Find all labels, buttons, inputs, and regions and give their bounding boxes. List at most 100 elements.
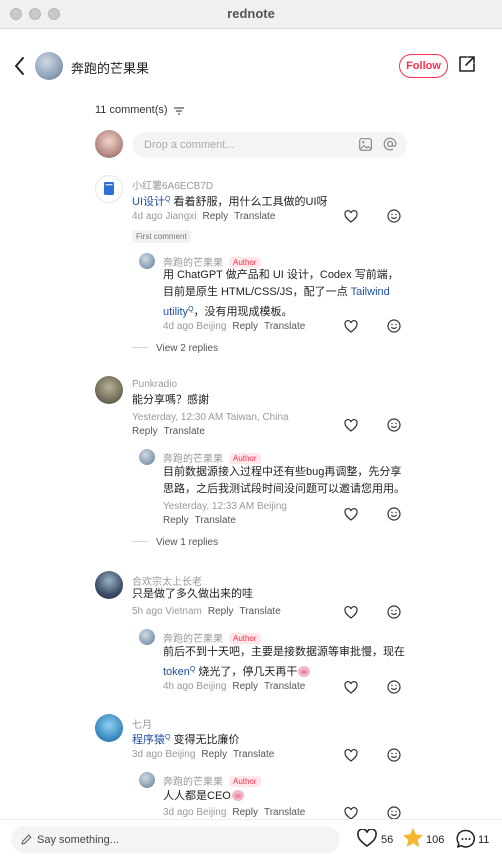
reply-text-line: 人人都是CEO	[163, 788, 244, 805]
keyword-link[interactable]: token	[163, 666, 190, 678]
say-something-input[interactable]: Say something...	[11, 826, 340, 853]
like-heart-icon[interactable]	[344, 419, 358, 432]
translate-button[interactable]: Translate	[164, 426, 205, 437]
emoji-reaction-icon[interactable]	[387, 748, 401, 762]
commenter-avatar[interactable]	[95, 376, 123, 404]
like-heart-icon[interactable]	[344, 508, 358, 521]
author-badge: Author	[229, 633, 261, 644]
emoji-reaction-icon[interactable]	[387, 680, 401, 694]
comment-time-location: Yesterday, 12:30 AM Taiwan, China	[132, 412, 289, 423]
reply-button[interactable]: Reply	[163, 515, 189, 526]
bottom-bar: Say something... 56 106 11	[0, 819, 502, 859]
reply-button[interactable]: Reply	[208, 606, 234, 617]
commenter-avatar[interactable]	[95, 571, 123, 599]
image-icon[interactable]	[359, 138, 372, 151]
reply-button[interactable]: Reply	[232, 321, 258, 332]
commenter-avatar[interactable]	[95, 175, 123, 203]
reply-time-location: Yesterday, 12:33 AM Beijing	[163, 501, 287, 512]
reply-text-line: 思路，之后我测试段时间没问题可以邀请您用用。	[163, 483, 405, 495]
author-badge: Author	[229, 776, 261, 787]
comment-time-location: 4d ago Jiangxi	[132, 211, 197, 222]
pig-emoji-icon	[298, 666, 311, 677]
keyword-link[interactable]: Tailwind	[351, 286, 390, 298]
reply-username-text[interactable]: 奔跑的芒果果	[163, 777, 223, 788]
reply-avatar[interactable]	[139, 629, 155, 645]
reply-text-part: 烧光了，停几天再干	[195, 666, 298, 678]
reply-button[interactable]: Reply	[201, 749, 227, 760]
current-user-avatar	[95, 130, 123, 158]
pig-emoji-icon	[231, 790, 244, 801]
like-heart-icon[interactable]	[344, 749, 358, 762]
reply-actions: Reply Translate	[157, 515, 236, 526]
keyword-link[interactable]: utility	[163, 306, 188, 318]
star-count: 106	[426, 834, 445, 846]
reply-username: 奔跑的芒果果 Author	[163, 630, 261, 645]
comment-total-count: 11	[478, 834, 490, 846]
emoji-reaction-icon[interactable]	[387, 806, 401, 820]
translate-button[interactable]: Translate	[233, 749, 274, 760]
view-replies-button[interactable]: View 1 replies	[132, 537, 218, 548]
view-replies-button[interactable]: View 2 replies	[132, 343, 218, 354]
reply-username: 奔跑的芒果果 Author	[163, 450, 261, 465]
translate-button[interactable]: Translate	[264, 681, 305, 692]
reply-button[interactable]: Reply	[132, 426, 158, 437]
comment-username[interactable]: 小红薯6A6ECB7D	[132, 177, 213, 192]
hashtag-link[interactable]: UI设计	[132, 196, 165, 208]
author-badge: Author	[229, 453, 261, 464]
like-heart-icon[interactable]	[344, 210, 358, 223]
sort-icon[interactable]	[174, 107, 184, 115]
reply-meta: 3d ago Beijing Reply Translate	[163, 807, 305, 818]
view-replies-label[interactable]: View 2 replies	[156, 343, 218, 354]
translate-button[interactable]: Translate	[239, 606, 280, 617]
reply-button[interactable]: Reply	[232, 807, 258, 818]
reply-button[interactable]: Reply	[232, 681, 258, 692]
commenter-avatar[interactable]	[95, 714, 123, 742]
emoji-reaction-icon[interactable]	[387, 319, 401, 333]
emoji-reaction-icon[interactable]	[387, 507, 401, 521]
like-heart-icon[interactable]	[357, 829, 377, 847]
reply-meta: 4h ago Beijing Reply Translate	[163, 681, 305, 692]
comment-list: 小红薯6A6ECB7D UI设计Q 看着舒服，用什么工具做的UI呀 4d ago…	[0, 170, 502, 820]
reply-text-line: utilityQ，没有用现成模板。	[163, 301, 293, 321]
star-icon[interactable]	[403, 828, 423, 848]
translate-button[interactable]: Translate	[234, 211, 275, 222]
author-name[interactable]: 奔跑的芒果果	[71, 58, 149, 77]
reply-text-part: 目前是原生 HTML/CSS/JS，配了一点	[163, 286, 351, 298]
translate-button[interactable]: Translate	[195, 515, 236, 526]
back-arrow-icon[interactable]	[12, 55, 28, 77]
translate-button[interactable]: Translate	[264, 807, 305, 818]
mention-icon[interactable]	[383, 137, 397, 151]
comment-text: UI设计Q 看着舒服，用什么工具做的UI呀	[132, 191, 328, 211]
reply-time-location: 3d ago Beijing	[163, 807, 227, 818]
reply-text-line: 目前数据源接入过程中还有些bug再调整，先分享	[163, 466, 402, 478]
emoji-reaction-icon[interactable]	[387, 418, 401, 432]
first-comment-badge: First comment	[132, 230, 191, 243]
comment-text-body: 看着舒服，用什么工具做的UI呀	[170, 196, 328, 208]
reply-text-line: tokenQ 烧光了，停几天再干	[163, 661, 311, 681]
reply-time-location: 4d ago Beijing	[163, 321, 227, 332]
keyword-link[interactable]: 程序猿	[132, 734, 165, 746]
comment-meta: 5h ago Vietnam Reply Translate	[132, 606, 281, 617]
reply-text-line: 用 ChatGPT 做产品和 UI 设计，Codex 写前端，	[163, 269, 399, 281]
reply-avatar[interactable]	[139, 772, 155, 788]
like-heart-icon[interactable]	[344, 681, 358, 694]
reply-username: 奔跑的芒果果 Author	[163, 773, 261, 788]
author-avatar[interactable]	[35, 52, 63, 80]
comment-bubble-icon[interactable]	[456, 829, 476, 849]
like-heart-icon[interactable]	[344, 606, 358, 619]
emoji-reaction-icon[interactable]	[387, 605, 401, 619]
emoji-reaction-icon[interactable]	[387, 209, 401, 223]
like-heart-icon[interactable]	[344, 320, 358, 333]
reply-meta: 4d ago Beijing Reply Translate	[163, 321, 305, 332]
share-icon[interactable]	[458, 55, 476, 73]
comment-username[interactable]: Punkradio	[132, 379, 177, 390]
view-replies-label[interactable]: View 1 replies	[156, 537, 218, 548]
comment-actions: Reply Translate	[126, 426, 205, 437]
reply-button[interactable]: Reply	[203, 211, 229, 222]
reply-avatar[interactable]	[139, 449, 155, 465]
follow-button[interactable]: Follow	[399, 54, 448, 78]
translate-button[interactable]: Translate	[264, 321, 305, 332]
book-icon	[104, 182, 114, 195]
comment-text: 程序猿Q 变得无比廉价	[132, 729, 240, 749]
reply-avatar[interactable]	[139, 253, 155, 269]
